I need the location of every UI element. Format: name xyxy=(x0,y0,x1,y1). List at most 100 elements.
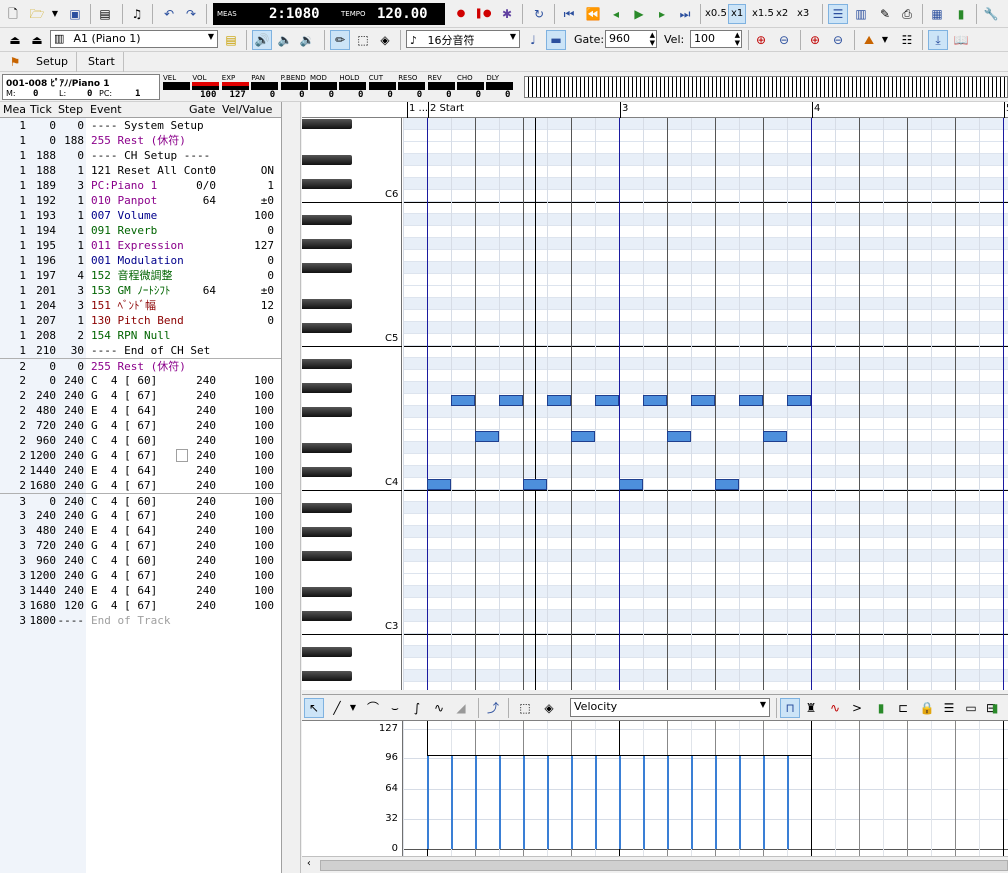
go-start-icon[interactable]: ⏮ xyxy=(560,5,578,23)
add-point-icon[interactable]: ⤴ xyxy=(484,699,502,717)
step-back-icon[interactable]: ◂ xyxy=(607,5,625,23)
table-row[interactable]: 2 480 240 E 4 [ 64] 240 100 xyxy=(0,403,281,418)
lock-icon[interactable]: 🔒 xyxy=(918,699,936,717)
step-record-icon[interactable]: ✱ xyxy=(498,5,516,23)
properties-icon[interactable]: ▤ xyxy=(96,5,114,23)
black-key[interactable] xyxy=(302,215,352,225)
bar-view-icon[interactable]: ⊓ xyxy=(780,698,800,718)
velocity-bar[interactable] xyxy=(427,754,429,849)
velocity-bar[interactable] xyxy=(547,754,549,849)
col-mea[interactable]: Mea xyxy=(3,103,26,116)
black-key[interactable] xyxy=(302,503,352,513)
table-row[interactable]: 3 1680 120 G 4 [ 67] 240 100 xyxy=(0,598,281,613)
vel-input[interactable]: 100 ▲ ▼ xyxy=(690,30,742,48)
marker-icon[interactable]: ⚑ xyxy=(6,53,24,71)
measure-ruler[interactable]: 1 ...2 Start345 xyxy=(302,102,1008,118)
note-block[interactable] xyxy=(451,395,475,406)
table-row[interactable]: 2 0 240 C 4 [ 60] 240 100 xyxy=(0,373,281,388)
scroll-left-icon[interactable]: ‹ xyxy=(306,858,312,869)
pointer-icon[interactable]: ↖ xyxy=(304,698,324,718)
black-key[interactable] xyxy=(302,359,352,369)
settings-wrench-icon[interactable]: 🔧 xyxy=(982,5,1000,23)
play-icon[interactable]: ▶ xyxy=(630,5,648,23)
note-block[interactable] xyxy=(547,395,571,406)
table-row[interactable]: 2 960 240 C 4 [ 60] 240 100 xyxy=(0,433,281,448)
black-key[interactable] xyxy=(302,179,352,189)
open-folder-icon[interactable]: 🗁 xyxy=(28,5,46,23)
meter-icon[interactable]: ▮ xyxy=(952,5,970,23)
dropdown-arrow-icon[interactable]: ▼ xyxy=(348,699,358,717)
black-key[interactable] xyxy=(302,119,352,129)
table-row[interactable]: 1 196 1 001 Modulation 0 xyxy=(0,253,281,268)
meter-icon[interactable]: ▮ xyxy=(986,699,1004,717)
velocity-bar[interactable] xyxy=(595,754,597,849)
note-block[interactable] xyxy=(667,431,691,442)
print-view-icon[interactable]: ⎙ xyxy=(898,5,916,23)
dropdown-arrow-icon[interactable]: ▼ xyxy=(880,31,890,49)
gate-mode-icon[interactable]: ▬ xyxy=(546,30,566,50)
rewind-icon[interactable]: ⏪ xyxy=(584,5,602,23)
table-row[interactable]: 3 720 240 G 4 [ 67] 240 100 xyxy=(0,538,281,553)
note-block[interactable] xyxy=(691,395,715,406)
black-key[interactable] xyxy=(302,551,352,561)
table-row[interactable]: 3 960 240 C 4 [ 60] 240 100 xyxy=(0,553,281,568)
table-row[interactable]: 3 240 240 G 4 [ 67] 240 100 xyxy=(0,508,281,523)
velocity-pane[interactable]: 127 96 64 32 0 xyxy=(302,720,1008,857)
table-row[interactable]: 1 189 3 PC:Piano 1 0/0 1 xyxy=(0,178,281,193)
velocity-bar[interactable] xyxy=(451,754,453,849)
curve-s-icon[interactable]: ∫ xyxy=(408,699,426,717)
table-row[interactable]: 3 480 240 E 4 [ 64] 240 100 xyxy=(0,523,281,538)
col-event[interactable]: Event xyxy=(90,103,122,116)
eraser-icon[interactable]: ◈ xyxy=(540,699,558,717)
table-row[interactable]: 1 194 1 091 Reverb 0 xyxy=(0,223,281,238)
black-key[interactable] xyxy=(302,263,352,273)
table-row[interactable]: 1 0 188 255 Rest (休符) xyxy=(0,133,281,148)
staff-view-icon[interactable]: ✎ xyxy=(876,5,894,23)
note-block[interactable] xyxy=(571,431,595,442)
col-step[interactable]: Step xyxy=(58,103,83,116)
black-key[interactable] xyxy=(302,407,352,417)
black-key[interactable] xyxy=(302,527,352,537)
velocity-bar[interactable] xyxy=(667,754,669,849)
ramp-icon[interactable]: ◢ xyxy=(452,699,470,717)
note-block[interactable] xyxy=(715,479,739,490)
eraser-icon[interactable]: ◈ xyxy=(376,31,394,49)
black-key[interactable] xyxy=(302,155,352,165)
wave-icon[interactable]: ∿ xyxy=(826,699,844,717)
scroll-thumb[interactable] xyxy=(320,860,1008,871)
stamp-icon[interactable]: ♜ xyxy=(802,699,820,717)
velocity-bar[interactable] xyxy=(691,754,693,849)
pencil-icon[interactable]: ✏ xyxy=(330,30,350,50)
table-row[interactable]: 3 0 240 C 4 [ 60] 240 100 xyxy=(0,493,281,508)
graph-icon[interactable]: ▭ xyxy=(962,699,980,717)
curve-convex-icon[interactable]: ⌣ xyxy=(386,699,404,717)
note-block[interactable] xyxy=(595,395,619,406)
bracket-icon[interactable]: ⊏ xyxy=(894,699,912,717)
note-block[interactable] xyxy=(739,395,763,406)
table-row[interactable]: 11881121 Reset All Control0ON xyxy=(0,163,281,178)
line-icon[interactable]: ╱ xyxy=(328,699,346,717)
track-down-icon[interactable]: ⏏ xyxy=(28,31,46,49)
table-row[interactable]: 1 197 4 152 音程微調整 0 xyxy=(0,268,281,283)
speed-x1[interactable]: x1 xyxy=(728,4,747,24)
zoom-in-h-icon[interactable]: ⊕ xyxy=(806,31,824,49)
zoom-in-v-icon[interactable]: ⊕ xyxy=(752,31,770,49)
columns-icon[interactable]: ☷ xyxy=(898,31,916,49)
spinner-icon[interactable]: ▲ ▼ xyxy=(735,31,740,47)
note-block[interactable] xyxy=(787,395,811,406)
table-row[interactable]: 2 720 240 G 4 [ 67] 240 100 xyxy=(0,418,281,433)
save-icon[interactable]: ▣ xyxy=(66,5,84,23)
piano-keyboard[interactable]: C6 C5 C4 C3 xyxy=(302,118,402,690)
table-row[interactable]: 1 210 30 ---- End of CH Setup --------- xyxy=(0,343,281,358)
velocity-bar[interactable] xyxy=(787,754,789,849)
speaker-all-icon[interactable]: 🔉 xyxy=(298,31,316,49)
event-list-view-icon[interactable]: ☰ xyxy=(828,4,848,24)
zoom-out-h-icon[interactable]: ⊖ xyxy=(829,31,847,49)
speed-x3[interactable]: x3 xyxy=(797,8,809,19)
score-icon[interactable]: ♫ xyxy=(128,5,146,23)
table-row[interactable]: 1 0 0 ---- System Setup ------------- xyxy=(0,118,281,133)
table-row[interactable]: 3 1800 ---- End of Track xyxy=(0,613,281,628)
speaker-solo-icon[interactable]: 🔈 xyxy=(276,31,294,49)
table-row[interactable]: 1 195 1 011 Expression 127 xyxy=(0,238,281,253)
black-key[interactable] xyxy=(302,647,352,657)
